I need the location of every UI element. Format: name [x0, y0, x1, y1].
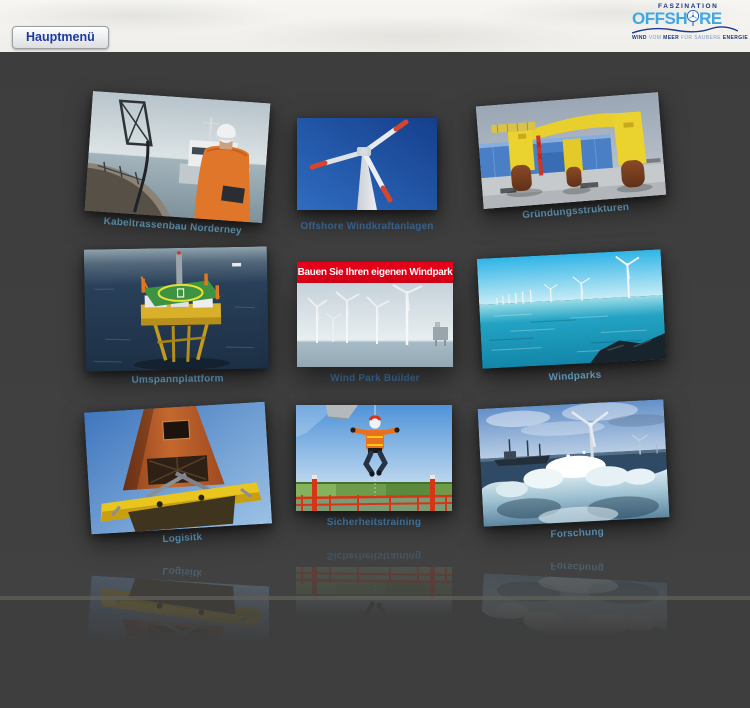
main-menu-grid: Kabeltrassenbau Norderney Offsho	[0, 52, 750, 600]
main-menu-button[interactable]: Hauptmenü	[12, 26, 109, 49]
tile-caption: Forschung	[550, 527, 604, 541]
tile-caption: Windparks	[548, 370, 601, 384]
tile-caption: Wind Park Builder	[330, 373, 419, 384]
photo-windkraftanlagen	[297, 118, 437, 210]
reflection-sicherheitstraining: Sicherheitstraining	[296, 537, 452, 673]
bottom-edge-strip	[0, 596, 750, 600]
faszination-offshore-logo: FASZINATION OFFSHRE WIND VOM MEER FÜR SA…	[632, 3, 740, 49]
menu-tile-forschung[interactable]: Forschung	[478, 399, 671, 544]
logo-tagline: WIND VOM MEER FÜR SAUBERE ENERGIE	[632, 35, 740, 41]
tile-caption: Logisitk	[162, 565, 203, 578]
menu-tile-forschung[interactable]: Forschung	[478, 556, 671, 701]
photo-forschung	[478, 399, 670, 527]
menu-tile-kabeltrassenbau[interactable]: Kabeltrassenbau Norderney	[84, 91, 271, 238]
tile-caption: Sicherheitstraining	[327, 550, 421, 561]
photo-sicherheitstraining	[296, 405, 452, 511]
wind-turbine-icon	[686, 10, 700, 28]
menu-tile-umspannplattform[interactable]: Umspannplattform	[84, 246, 269, 386]
photo-logistik	[84, 402, 272, 535]
tile-caption: Umspannplattform	[131, 373, 223, 386]
photo-forschung	[478, 573, 670, 701]
reflection-logistik: Logisitk	[88, 553, 269, 703]
menu-tile-windparkbuilder[interactable]: Bauen Sie Ihren eigenen Windpark	[297, 262, 453, 384]
menu-tile-windparks[interactable]: Windparks	[477, 249, 667, 386]
windpark-builder-banner: Bauen Sie Ihren eigenen Windpark	[297, 262, 453, 283]
header-bar: Hauptmenü FASZINATION OFFSHRE WIND VOM M…	[0, 0, 750, 53]
photo-kabeltrassenbau	[85, 91, 271, 223]
tile-caption: Offshore Windkraftanlagen	[300, 221, 433, 232]
photo-windparks	[477, 249, 667, 368]
tile-caption: Sicherheitstraining	[327, 517, 421, 528]
photo-umspannplattform	[84, 246, 269, 371]
menu-tile-windkraftanlagen[interactable]: Offshore Windkraftanlagen	[297, 118, 437, 232]
menu-tile-sicherheitstraining[interactable]: Sicherheitstraining	[296, 405, 452, 528]
menu-tile-logistik[interactable]: Logisitk	[84, 561, 273, 708]
menu-tile-gruendungsstrukturen[interactable]: Gründungsstrukturen	[476, 92, 668, 224]
tile-caption: Logisitk	[162, 532, 203, 545]
photo-sicherheitstraining	[296, 567, 452, 673]
menu-tile-sicherheitstraining[interactable]: Sicherheitstraining	[296, 550, 452, 673]
photo-windparkbuilder	[297, 283, 453, 367]
reflection-forschung: Forschung	[481, 548, 667, 696]
tile-caption: Forschung	[550, 560, 604, 574]
menu-tile-logistik[interactable]: Logisitk	[84, 402, 273, 550]
photo-gruendungsstrukturen	[476, 92, 667, 209]
